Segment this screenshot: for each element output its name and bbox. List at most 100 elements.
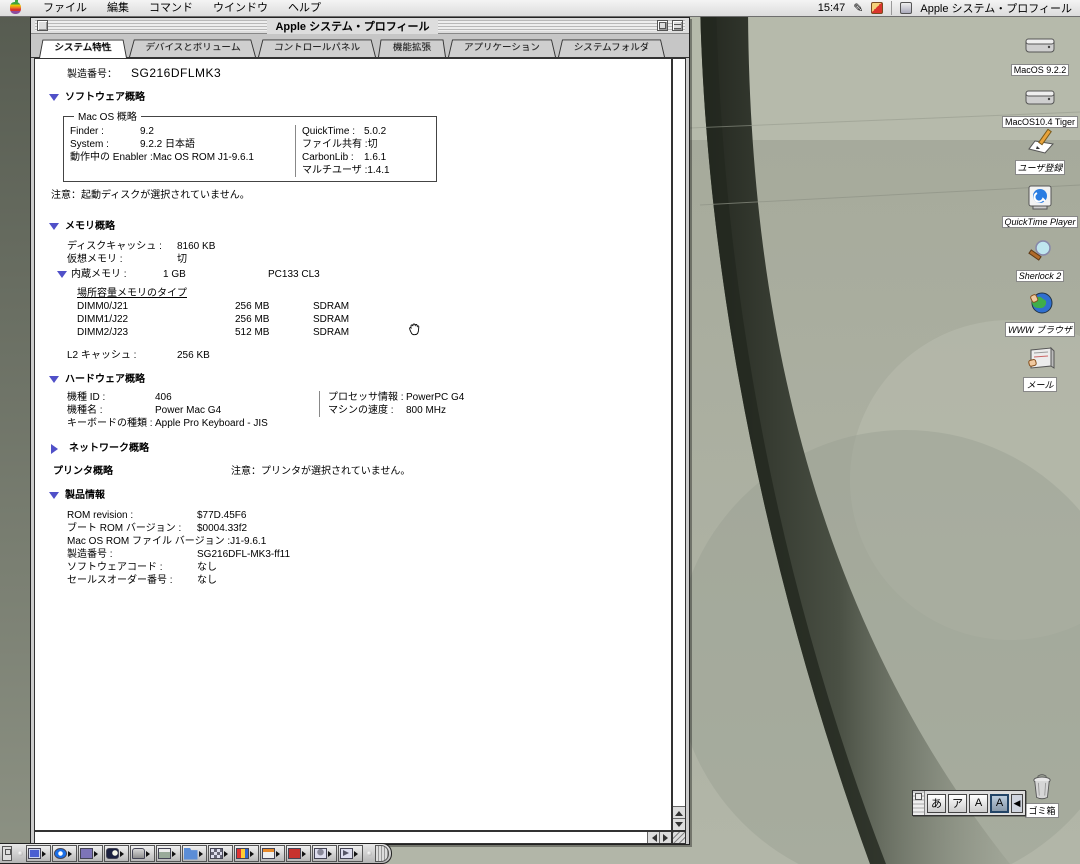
disclosure-triangle-icon[interactable] (49, 94, 59, 106)
field-value: SG216DFL-MK3-ff11 (197, 549, 291, 560)
field-value: 1.4.1 (367, 165, 390, 176)
app-switcher-module[interactable] (260, 845, 285, 862)
field-value: 256 KB (177, 350, 210, 361)
color-depth-module[interactable] (234, 845, 259, 862)
kotoeri-input-module[interactable] (286, 845, 311, 862)
module-popup-arrow-icon (328, 850, 335, 857)
field-value: なし (197, 575, 217, 586)
profiler-app-icon[interactable] (900, 2, 913, 14)
disclosure-triangle-icon[interactable] (57, 271, 67, 283)
collapse-button[interactable] (672, 20, 683, 31)
menu-item[interactable]: ファイル (33, 0, 97, 17)
menu-item[interactable]: 編集 (97, 0, 139, 17)
field-label: ブート ROM バージョン : (67, 523, 182, 534)
scroll-down-button[interactable] (673, 818, 685, 830)
disclosure-triangle-icon[interactable] (49, 376, 59, 388)
module-icon (314, 848, 327, 859)
control-strip-tab-handle[interactable] (375, 845, 389, 862)
desktop-icon-label: QuickTime Player (1001, 216, 1079, 228)
field-row: ファイル共有 : 切 (302, 138, 436, 151)
desktop-icon-label: MacOS 9.2.2 (1010, 64, 1070, 76)
desktop-icon-label: Sherlock 2 (1015, 270, 1065, 282)
window-title: Apple システム・プロフィール (267, 17, 438, 34)
field-label: CarbonLib : (302, 152, 354, 163)
application-icon[interactable] (871, 2, 884, 14)
input-method-palette[interactable]: あア A A ◀ (912, 790, 1026, 816)
control-strip-end-box[interactable] (2, 846, 12, 861)
palette-close-button[interactable] (915, 793, 922, 800)
printing-module[interactable] (156, 845, 181, 862)
menu-clock[interactable]: 15:47 (818, 2, 846, 14)
control-strip-dimple (18, 851, 23, 856)
field-label: 機種名 : (67, 405, 103, 416)
module-popup-arrow-icon (94, 850, 101, 857)
printer-selector-module[interactable] (78, 845, 103, 862)
tab[interactable]: アプリケーション (448, 39, 556, 57)
window-title-bar[interactable]: Apple システム・プロフィール (31, 17, 689, 34)
resize-grip[interactable] (672, 831, 686, 844)
desktop-icon-sherlock[interactable]: Sherlock 2 (992, 236, 1080, 282)
input-mode-button[interactable]: A (969, 793, 988, 813)
scroll-left-button[interactable] (647, 832, 659, 843)
serial-number-row: 製造番号： SG216DFLMK3 (67, 67, 663, 81)
sound-input-module[interactable] (312, 845, 337, 862)
desktop-icon-macos9-disk[interactable]: MacOS 9.2.2 (992, 30, 1080, 76)
monitor-settings-module[interactable] (26, 845, 51, 862)
palette-drag-handle[interactable] (913, 791, 925, 815)
desktop-icon-www-browser[interactable]: WWW ブラウザ (992, 288, 1080, 337)
serial-value: SG216DFLMK3 (131, 66, 222, 80)
table-row: DIMM1/J22 256 MB SDRAM (77, 313, 663, 326)
desktop-icon-mail[interactable]: メール (992, 343, 1080, 392)
tab[interactable]: システム特性 (39, 39, 127, 58)
menubar-divider (891, 1, 893, 15)
scroll-right-button[interactable] (659, 832, 671, 843)
menu-items: ファイル 編集 コマンド ウインドウ ヘルプ (33, 0, 331, 17)
tab[interactable]: デバイスとボリューム (128, 39, 257, 57)
memory-table: 場所 容量 メモリのタイプ DIMM0/J21 256 MB SDRAM DIMM1… (77, 287, 663, 339)
field-label: プロセッサ情報 : (328, 392, 404, 403)
desktop-icon-quicktime-player[interactable]: QuickTime Player (992, 182, 1080, 228)
menu-item[interactable]: ウインドウ (203, 0, 278, 17)
module-icon (54, 848, 67, 859)
desktop-pattern-module[interactable] (208, 845, 233, 862)
field-row: マシンの速度 : 800 MHz (328, 404, 464, 417)
field-value: 9.2 (140, 126, 154, 137)
field-label: ソフトウェアコード : (67, 562, 163, 573)
desktop-icon-user-registration[interactable]: ユーザ登録 (992, 126, 1080, 175)
close-button[interactable] (37, 20, 48, 31)
input-mode-button[interactable]: A (990, 793, 1009, 813)
input-method-pencil-icon[interactable]: ✎ (853, 2, 863, 14)
keychain-lock-module[interactable] (130, 845, 155, 862)
file-sharing-module[interactable] (182, 845, 207, 862)
application-menu-title[interactable]: Apple システム・プロフィール (920, 0, 1072, 16)
table-header: 容量 (97, 288, 117, 299)
scroll-up-button[interactable] (673, 806, 685, 818)
tab[interactable]: 機能拡張 (378, 39, 447, 57)
type-cell: SDRAM (313, 314, 350, 325)
desktop-icon-macos104-disk[interactable]: MacOS10.4 Tiger (992, 82, 1080, 128)
table-header: 場所 (77, 288, 97, 299)
field-row: QuickTime : 5.0.2 (302, 125, 436, 138)
volume-module[interactable] (338, 845, 363, 862)
printer-section-row: プリンタ概略 注意：プリンタが選択されていません。 (53, 465, 663, 478)
open-hand-cursor (409, 323, 420, 336)
menu-item[interactable]: コマンド (139, 0, 203, 17)
disclosure-triangle-icon[interactable] (49, 492, 59, 504)
menu-item[interactable]: ヘルプ (278, 0, 331, 17)
tab[interactable]: コントロールパネル (258, 39, 377, 57)
builtin-memory-row: 内蔵メモリ : 1 GB PC133 CL3 (57, 266, 663, 283)
tab[interactable]: システムフォルダ (557, 39, 666, 57)
quicktime-module[interactable] (52, 845, 77, 862)
section-title: ソフトウェア概略 (65, 92, 145, 103)
vertical-scrollbar[interactable] (672, 58, 686, 831)
zoom-button[interactable] (657, 20, 668, 31)
disclosure-triangle-collapsed-icon[interactable] (51, 443, 63, 454)
control-strip[interactable] (0, 843, 392, 864)
input-mode-button[interactable]: あ (927, 793, 946, 813)
disclosure-triangle-icon[interactable] (49, 223, 59, 235)
energy-saver-module[interactable] (104, 845, 129, 862)
memory-section-header: メモリ概略 (49, 218, 663, 235)
input-mode-button[interactable]: ◀ (1011, 793, 1023, 813)
input-mode-button[interactable]: ア (948, 793, 967, 813)
apple-menu-icon[interactable] (10, 0, 21, 14)
